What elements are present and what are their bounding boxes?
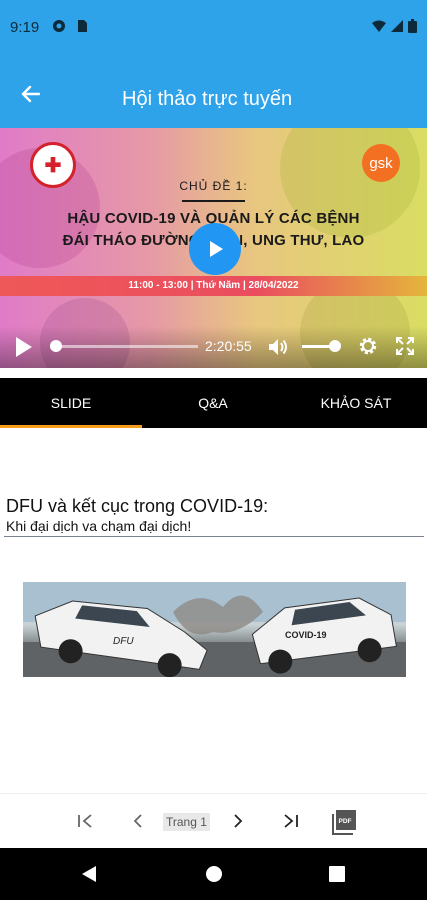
tab-slide[interactable]: SLIDE xyxy=(0,378,142,428)
schedule-strip: 11:00 - 13:00 | Thứ Năm | 28/04/2022 xyxy=(0,276,427,296)
nav-recents-icon[interactable] xyxy=(328,865,346,883)
back-button[interactable] xyxy=(12,80,48,108)
sim-card-icon xyxy=(78,20,87,32)
video-player[interactable]: ✚ gsk CHỦ ĐỀ 1: HẬU COVID-19 VÀ QUẢN LÝ … xyxy=(0,128,427,368)
data-saver-icon xyxy=(53,20,65,32)
settings-icon[interactable] xyxy=(358,336,378,356)
next-page-button[interactable] xyxy=(226,810,250,832)
video-controls: 2:20:55 xyxy=(0,326,427,368)
nav-back-icon[interactable] xyxy=(80,865,98,883)
chevron-left-icon xyxy=(133,814,142,828)
seek-bar[interactable] xyxy=(50,345,198,348)
play-icon[interactable] xyxy=(14,336,34,358)
gsk-logo: gsk xyxy=(362,144,400,182)
play-icon xyxy=(210,241,223,257)
topic-divider xyxy=(182,200,245,202)
slide-pager: Trang 1 PDF xyxy=(0,793,427,848)
elapsed-time: 2:20:55 xyxy=(205,338,252,354)
tab-qa[interactable]: Q&A xyxy=(142,378,284,428)
pdf-download-icon[interactable]: PDF xyxy=(331,809,357,835)
car-crash-image: DFU COVID-19 xyxy=(23,582,406,677)
app-bar: Hội thảo trực tuyến xyxy=(0,58,427,128)
first-page-icon xyxy=(78,814,92,828)
pdf-icon-label: PDF xyxy=(339,818,352,825)
slide-divider xyxy=(4,536,424,537)
system-nav-bar xyxy=(0,848,427,900)
nav-home-icon[interactable] xyxy=(205,865,223,883)
chevron-right-icon xyxy=(234,814,243,828)
status-time: 9:19 xyxy=(10,19,40,36)
signal-icon xyxy=(391,20,403,32)
page-indicator: Trang 1 xyxy=(163,813,210,831)
previous-page-button[interactable] xyxy=(126,810,150,832)
center-play-button[interactable] xyxy=(189,223,241,275)
tab-bar: SLIDE Q&A KHẢO SÁT xyxy=(0,378,427,428)
tab-survey[interactable]: KHẢO SÁT xyxy=(285,378,427,428)
page-title: Hội thảo trực tuyến xyxy=(122,88,293,110)
fullscreen-icon[interactable] xyxy=(396,337,414,355)
first-page-button[interactable] xyxy=(73,810,97,832)
seek-handle[interactable] xyxy=(49,340,62,352)
tab-label: KHẢO SÁT xyxy=(320,395,392,411)
slide-subtitle: Khi đại dịch va chạm đại dịch! xyxy=(6,518,192,534)
car-crash-illustration: DFU COVID-19 xyxy=(23,582,406,677)
car-left-label: DFU xyxy=(113,636,134,647)
tab-label: SLIDE xyxy=(50,395,92,411)
last-page-button[interactable] xyxy=(279,810,303,832)
tab-label: Q&A xyxy=(198,395,228,411)
volume-icon[interactable] xyxy=(267,336,289,358)
last-page-icon xyxy=(284,814,298,828)
arrow-back-icon xyxy=(21,85,40,103)
slide-title: DFU và kết cục trong COVID-19: xyxy=(6,496,269,516)
volume-handle[interactable] xyxy=(329,340,341,352)
wifi-icon xyxy=(372,20,386,32)
status-bar: 9:19 xyxy=(0,0,427,58)
battery-icon xyxy=(408,19,417,33)
topic-label: CHỦ ĐỀ 1: xyxy=(179,179,248,193)
car-right-label: COVID-19 xyxy=(285,630,327,640)
